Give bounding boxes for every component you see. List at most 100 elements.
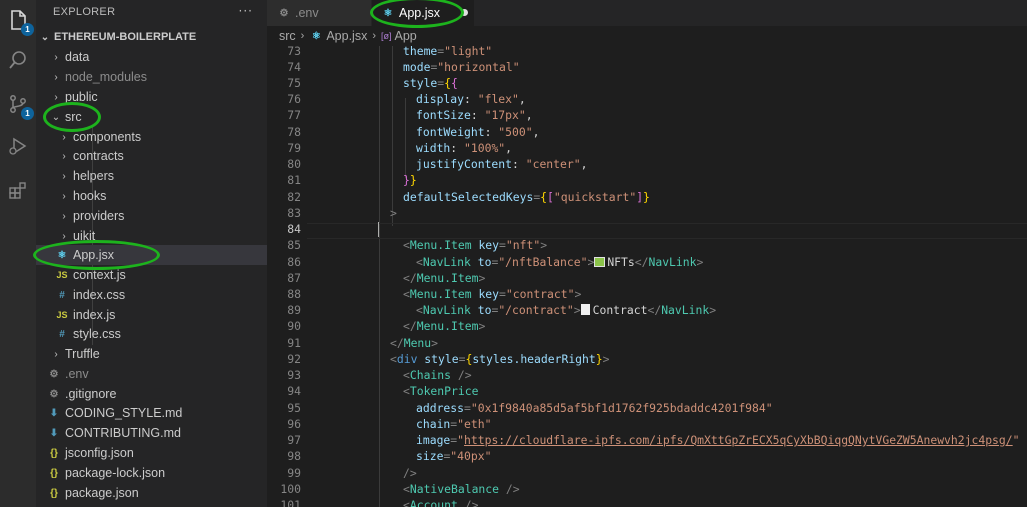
code-line: 85 <Menu.Item key="nft"> (287, 238, 548, 252)
tree-file-env[interactable]: ⚙ .env (36, 364, 267, 384)
tree-file-contributing-md[interactable]: ⬇ CONTRIBUTING.md (36, 423, 267, 443)
code-line: 89 <NavLink to="/contract"> Contract</NavL… (287, 303, 717, 317)
code-line: 93 <Chains /> (287, 368, 472, 382)
css-file-icon: # (59, 289, 65, 301)
code-line: 76 display: "flex", (287, 92, 526, 106)
chevron-right-icon: › (54, 348, 58, 360)
chevron-right-icon: › (62, 150, 66, 162)
breadcrumb-symbol[interactable]: App (395, 29, 417, 43)
code-line: 101 <Account /> (280, 498, 479, 507)
chevron-right-icon: › (54, 91, 58, 103)
chevron-right-icon: › (54, 51, 58, 63)
code-line-current: 84 (287, 222, 301, 236)
js-file-icon: JS (56, 270, 68, 280)
tree-file-jsconfig-json[interactable]: {} jsconfig.json (36, 443, 267, 463)
tree-file-index-css[interactable]: # index.css (36, 285, 267, 305)
tree-file-index-js[interactable]: JS index.js (36, 305, 267, 325)
tree-file-coding-style-md[interactable]: ⬇ CODING_STYLE.md (36, 403, 267, 423)
markdown-file-icon: ⬇ (49, 407, 59, 419)
gear-icon: ⚙ (279, 7, 289, 19)
chevron-right-icon: › (372, 30, 377, 42)
tree-folder-contracts[interactable]: › contracts (36, 146, 267, 166)
framed-picture-icon (594, 257, 606, 267)
css-file-icon: # (59, 328, 65, 340)
breadcrumb: src › ⚛ App.jsx › [ø] App (267, 26, 1027, 46)
code-line: 96 chain="eth" (287, 417, 492, 431)
breadcrumb-file[interactable]: App.jsx (326, 29, 367, 43)
variable-symbol-icon: [ø] (381, 31, 392, 41)
code-line: 98 size="40px" (287, 449, 492, 463)
chevron-right-icon: › (62, 210, 66, 222)
project-name: ETHEREUM-BOILERPLATE (54, 31, 197, 43)
tree-folder-src[interactable]: ⌄ src (36, 107, 267, 127)
tree-file-package-json[interactable]: {} package.json (36, 483, 267, 503)
markdown-file-icon: ⬇ (49, 427, 59, 439)
tree-folder-hooks[interactable]: › hooks (36, 186, 267, 206)
tree-file-style-css[interactable]: # style.css (36, 324, 267, 344)
run-debug-icon[interactable] (4, 132, 32, 160)
code-line: 79 width: "100%", (287, 141, 513, 155)
code-line: 81}} (287, 173, 417, 187)
code-line: 77 fontSize: "17px", (287, 108, 533, 122)
json-file-icon: {} (50, 447, 58, 459)
code-line: 99/> (287, 466, 417, 480)
code-line: 92 <div style={styles.headerRight}> (287, 352, 610, 366)
tree-folder-truffle[interactable]: › Truffle (36, 344, 267, 364)
tree-file-package-lock-json[interactable]: {} package-lock.json (36, 463, 267, 483)
code-line: 74 mode="horizontal" (287, 60, 520, 74)
gear-icon: ⚙ (49, 388, 59, 400)
more-actions-icon[interactable]: ··· (239, 4, 253, 18)
json-file-icon: {} (50, 487, 58, 499)
chevron-right-icon: › (62, 170, 66, 182)
code-line: 83 > (287, 206, 397, 220)
code-line: 97 image="https://cloudflare-ipfs.com/ipf… (287, 433, 1020, 447)
tab-env[interactable]: ⚙ .env (267, 0, 371, 26)
document-icon (580, 304, 590, 315)
code-line: 88 <Menu.Item key="contract"> (287, 287, 582, 301)
tab-app-jsx[interactable]: ⚛ App.jsx (372, 0, 474, 26)
activity-bar: 1 1 (0, 0, 36, 507)
gear-icon: ⚙ (49, 368, 59, 380)
code-editor[interactable]: 73 theme="light" 74 mode="horizontal" 75st… (267, 46, 1027, 507)
code-line: 78 fontWeight: "500", (287, 125, 540, 139)
code-line: 87 </Menu.Item> (287, 271, 486, 285)
tree-folder-components[interactable]: › components (36, 127, 267, 147)
tree-folder-helpers[interactable]: › helpers (36, 166, 267, 186)
react-file-icon: ⚛ (57, 249, 67, 261)
explorer-sidebar: EXPLORER ··· ⌄ ETHEREUM-BOILERPLATE › da… (36, 0, 267, 507)
tree-file-gitignore[interactable]: ⚙ .gitignore (36, 384, 267, 404)
code-line: 73 theme="light" (287, 46, 493, 58)
tree-file-context-js[interactable]: JS context.js (36, 265, 267, 285)
code-line: 90 </Menu.Item> (287, 319, 486, 333)
files-icon[interactable]: 1 (4, 6, 34, 36)
code-line: 86 <NavLink to="/nftBalance"> NFTs</NavLin… (287, 255, 704, 269)
code-line: 91 </Menu> (287, 336, 439, 350)
breadcrumb-folder[interactable]: src (279, 29, 296, 43)
chevron-right-icon: › (54, 71, 58, 83)
code-line: 94 <TokenPrice (287, 384, 479, 398)
js-file-icon: JS (56, 310, 68, 320)
tree-file-app-jsx[interactable]: ⚛ App.jsx (36, 245, 267, 265)
extensions-icon[interactable] (4, 176, 32, 204)
source-control-icon[interactable]: 1 (4, 90, 34, 120)
chevron-right-icon: › (300, 30, 305, 42)
ipfs-image-link[interactable]: https://cloudflare-ipfs.com/ipfs/QmXttGp… (464, 433, 1013, 447)
tree-folder-node-modules[interactable]: › node_modules (36, 67, 267, 87)
tree-folder-public[interactable]: › public (36, 87, 267, 107)
explorer-title: EXPLORER (53, 6, 116, 18)
tree-folder-uikit[interactable]: › uikit (36, 226, 267, 246)
search-icon[interactable] (4, 46, 32, 74)
code-line: 75 style={{ (287, 76, 458, 90)
json-file-icon: {} (50, 467, 58, 479)
code-line: 82 defaultSelectedKeys={["quickstart"]} (287, 190, 650, 204)
react-file-icon: ⚛ (311, 30, 321, 42)
project-root[interactable]: ⌄ ETHEREUM-BOILERPLATE (36, 27, 267, 47)
unsaved-dot-icon[interactable] (461, 9, 468, 16)
chevron-right-icon: › (62, 230, 66, 242)
tree-folder-data[interactable]: › data (36, 47, 267, 67)
code-line: 95 address="0x1f9840a85d5af5bf1d1762f925b… (287, 401, 773, 415)
files-badge: 1 (21, 23, 34, 36)
source-control-badge: 1 (21, 107, 34, 120)
code-line: 80 justifyContent: "center", (287, 157, 588, 171)
tree-folder-providers[interactable]: › providers (36, 206, 267, 226)
